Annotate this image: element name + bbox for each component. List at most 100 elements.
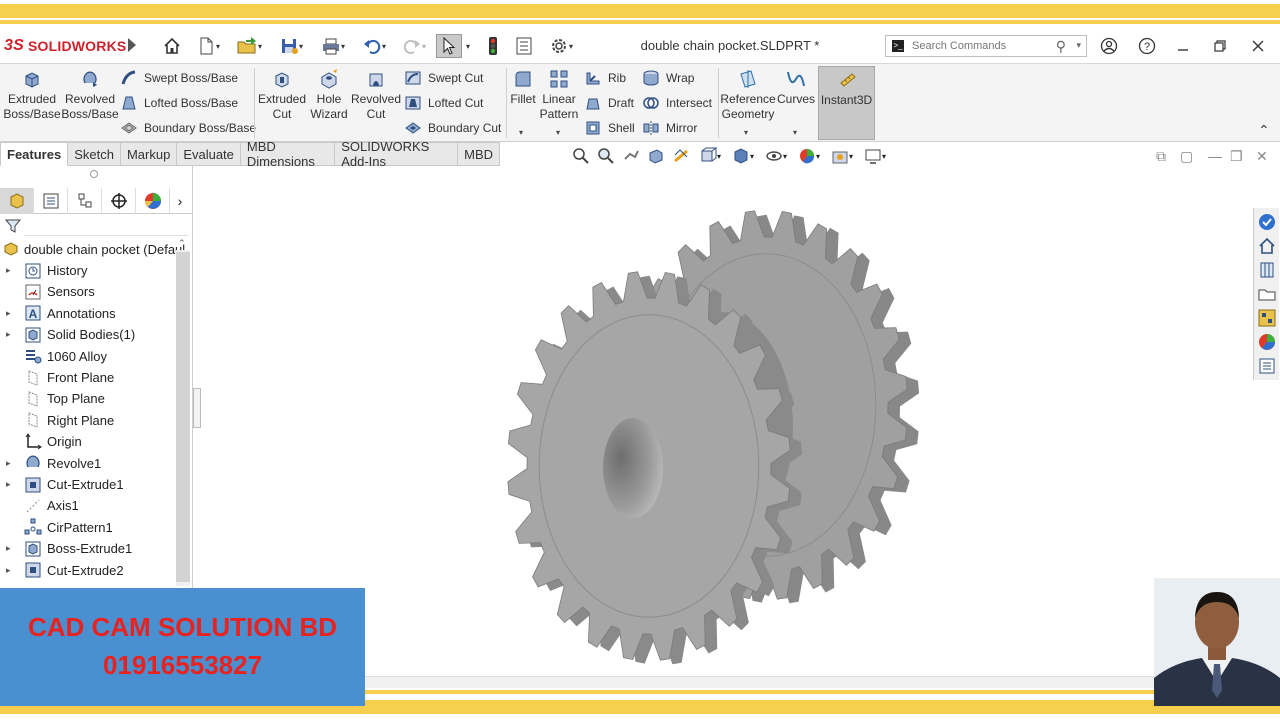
undo-icon[interactable]: ▾: [357, 34, 391, 58]
swept-boss-button[interactable]: Swept Boss/Base: [120, 68, 238, 88]
display-style-icon[interactable]: ▾: [728, 145, 758, 167]
tree-item-cut-extrude2[interactable]: ▸ Cut-Extrude2: [0, 560, 124, 581]
expand-arrow-icon[interactable]: ▸: [6, 265, 16, 276]
tree-item-axis1[interactable]: Axis1: [0, 495, 79, 516]
rebuild-traffic-light-icon[interactable]: [482, 34, 504, 58]
options-gear-icon[interactable]: ▾: [542, 34, 580, 58]
select-dropdown-icon[interactable]: ▾: [462, 34, 474, 58]
extruded-boss-button[interactable]: Extruded Boss/Base: [3, 68, 61, 122]
restore-icon[interactable]: [1207, 34, 1233, 58]
fillet-dropdown-icon[interactable]: ▾: [519, 128, 523, 137]
revolved-boss-button[interactable]: Revolved Boss/Base: [61, 68, 119, 122]
user-account-icon[interactable]: [1096, 34, 1122, 58]
dynamic-annotation-icon[interactable]: [670, 145, 692, 167]
tab-evaluate[interactable]: Evaluate: [177, 142, 241, 166]
tree-item-annotations[interactable]: ▸ A Annotations: [0, 303, 116, 324]
linear-pattern-dropdown-icon[interactable]: ▾: [556, 128, 560, 137]
boundary-boss-button[interactable]: Boundary Boss/Base: [120, 118, 256, 138]
shell-button[interactable]: Shell: [584, 118, 635, 138]
view-orientation-icon[interactable]: ▾: [695, 145, 725, 167]
expand-arrow-icon[interactable]: ▸: [6, 458, 16, 469]
tree-item-origin[interactable]: Origin: [0, 431, 82, 452]
file-explorer-icon[interactable]: [1257, 284, 1277, 304]
instant3d-button[interactable]: Instant3D: [818, 66, 875, 140]
revolved-cut-button[interactable]: Revolved Cut: [351, 68, 401, 122]
redo-icon[interactable]: ▾: [397, 34, 431, 58]
filter-icon[interactable]: [4, 217, 22, 235]
tree-filter-field[interactable]: [24, 218, 188, 236]
panel-grip[interactable]: [90, 170, 98, 178]
minimize-icon[interactable]: [1170, 34, 1196, 58]
fillet-button[interactable]: Fillet: [508, 68, 538, 107]
tree-item-boss-extrude1[interactable]: ▸ Boss-Extrude1: [0, 538, 132, 559]
graphics-horizontal-scrollbar[interactable]: [365, 676, 1155, 688]
extruded-cut-button[interactable]: Extruded Cut: [258, 68, 306, 122]
expand-arrow-icon[interactable]: ▸: [6, 565, 16, 576]
file-properties-icon[interactable]: [512, 34, 536, 58]
tab-mbd[interactable]: MBD: [458, 142, 500, 166]
tree-item-right-plane[interactable]: Right Plane: [0, 410, 114, 431]
save-icon[interactable]: ▾: [274, 34, 308, 58]
tree-item-top-plane[interactable]: Top Plane: [0, 388, 105, 409]
search-dropdown-icon[interactable]: ▾: [1076, 40, 1081, 51]
more-tabs-arrow-icon[interactable]: ›: [170, 188, 190, 214]
tree-item-revolve1[interactable]: ▸ Revolve1: [0, 453, 101, 474]
scroll-up-icon[interactable]: ⌃: [178, 238, 186, 249]
tree-item-cirpattern1[interactable]: CirPattern1: [0, 517, 113, 538]
close-icon[interactable]: [1245, 34, 1271, 58]
appearances-scenes-icon[interactable]: [1257, 332, 1277, 352]
open-folder-icon[interactable]: ▾: [230, 34, 268, 58]
expand-arrow-icon[interactable]: ▸: [6, 308, 16, 319]
print-icon[interactable]: ▾: [315, 34, 351, 58]
solidworks-resources-icon[interactable]: [1257, 212, 1277, 232]
configuration-manager-tab-icon[interactable]: [68, 188, 102, 214]
zoom-to-fit-icon[interactable]: [570, 145, 592, 167]
reference-geometry-dropdown-icon[interactable]: ▾: [744, 128, 748, 137]
search-commands-field[interactable]: >_ Search Commands ⚲ ▾: [885, 35, 1087, 57]
select-pointer-icon[interactable]: [436, 34, 462, 58]
tree-item-history[interactable]: ▸ History: [0, 260, 87, 281]
tab-markup[interactable]: Markup: [120, 142, 178, 166]
expand-arrow-icon[interactable]: ▸: [6, 329, 16, 340]
linear-pattern-button[interactable]: Linear Pattern: [540, 68, 578, 122]
reference-geometry-button[interactable]: Reference Geometry: [720, 68, 776, 122]
view-settings-icon[interactable]: ▾: [860, 145, 890, 167]
menu-expand-arrow-icon[interactable]: [128, 38, 136, 52]
boundary-cut-button[interactable]: Boundary Cut: [404, 118, 501, 138]
swept-cut-button[interactable]: Swept Cut: [404, 68, 483, 88]
solidworks-logo[interactable]: 3S SOLIDWORKS: [4, 34, 126, 58]
viewport-single-icon[interactable]: ⧉: [1156, 148, 1166, 165]
curves-button[interactable]: Curves: [777, 68, 815, 107]
tree-item-cut-extrude1[interactable]: ▸ Cut-Extrude1: [0, 474, 124, 495]
draft-button[interactable]: Draft: [584, 93, 634, 113]
custom-properties-icon[interactable]: [1257, 356, 1277, 376]
hole-wizard-button[interactable]: Hole Wizard: [307, 68, 351, 122]
curves-dropdown-icon[interactable]: ▾: [793, 128, 797, 137]
zoom-to-area-icon[interactable]: [595, 145, 617, 167]
tree-scrollbar[interactable]: ⌃: [176, 238, 190, 586]
display-manager-tab-icon[interactable]: [136, 188, 170, 214]
home-icon[interactable]: [160, 34, 184, 58]
tree-item-1060-alloy[interactable]: 1060 Alloy: [0, 346, 107, 367]
dimxpert-manager-tab-icon[interactable]: [102, 188, 136, 214]
tree-root-part[interactable]: double chain pocket (Defaul: [2, 238, 185, 260]
rib-button[interactable]: Rib: [584, 68, 626, 88]
edit-appearance-icon[interactable]: ▾: [794, 145, 824, 167]
tree-item-solid-bodies-1[interactable]: ▸ Solid Bodies(1): [0, 324, 135, 345]
tab-solidworks-add-ins[interactable]: SOLIDWORKS Add-Ins: [335, 139, 459, 169]
lofted-cut-button[interactable]: Lofted Cut: [404, 93, 483, 113]
apply-scene-icon[interactable]: ▾: [827, 145, 857, 167]
help-icon[interactable]: ?: [1134, 34, 1160, 58]
collapse-ribbon-icon[interactable]: ⌃: [1258, 122, 1270, 139]
lofted-boss-button[interactable]: Lofted Boss/Base: [120, 93, 238, 113]
hide-show-items-icon[interactable]: ▾: [761, 145, 791, 167]
tree-item-front-plane[interactable]: Front Plane: [0, 367, 114, 388]
previous-view-icon[interactable]: [620, 145, 642, 167]
design-library-icon[interactable]: [1257, 260, 1277, 280]
intersect-button[interactable]: Intersect: [642, 93, 712, 113]
feature-manager-tab-icon[interactable]: [0, 188, 34, 214]
viewport-restore-icon[interactable]: ❐: [1230, 148, 1243, 165]
home-task-icon[interactable]: [1257, 236, 1277, 256]
tab-features[interactable]: Features: [0, 142, 69, 166]
viewport-minimize-icon[interactable]: —: [1208, 148, 1222, 164]
